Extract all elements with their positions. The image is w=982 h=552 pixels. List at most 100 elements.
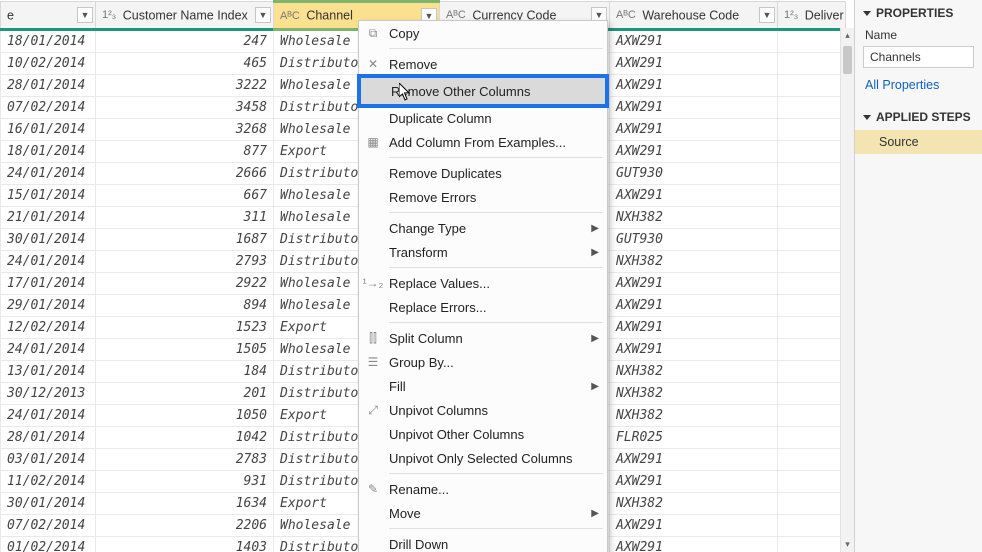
cell-date[interactable]: 01/02/2014: [1, 537, 96, 552]
cell-customer-index[interactable]: 311: [96, 207, 274, 229]
menu-remove-duplicates[interactable]: Remove Duplicates: [359, 161, 607, 185]
cell-warehouse[interactable]: AXW291: [610, 295, 778, 317]
step-source[interactable]: Source: [855, 130, 982, 154]
name-input[interactable]: Channels: [863, 46, 974, 68]
cell-date[interactable]: 29/01/2014: [1, 295, 96, 317]
applied-steps-section[interactable]: APPLIED STEPS: [855, 104, 982, 130]
cell-customer-index[interactable]: 1523: [96, 317, 274, 339]
cell-deliver[interactable]: [778, 405, 846, 427]
cell-warehouse[interactable]: AXW291: [610, 317, 778, 339]
menu-replace-errors[interactable]: Replace Errors...: [359, 295, 607, 319]
cell-customer-index[interactable]: 877: [96, 141, 274, 163]
cell-customer-index[interactable]: 1505: [96, 339, 274, 361]
cell-deliver[interactable]: [778, 295, 846, 317]
cell-deliver[interactable]: [778, 53, 846, 75]
cell-deliver[interactable]: [778, 515, 846, 537]
cell-customer-index[interactable]: 247: [96, 30, 274, 53]
cell-warehouse[interactable]: AXW291: [610, 97, 778, 119]
cell-customer-index[interactable]: 1042: [96, 427, 274, 449]
cell-date[interactable]: 28/01/2014: [1, 75, 96, 97]
cell-date[interactable]: 30/12/2013: [1, 383, 96, 405]
cell-customer-index[interactable]: 3222: [96, 75, 274, 97]
cell-customer-index[interactable]: 3458: [96, 97, 274, 119]
cell-deliver[interactable]: [778, 537, 846, 552]
cell-date[interactable]: 18/01/2014: [1, 30, 96, 53]
cell-date[interactable]: 16/01/2014: [1, 119, 96, 141]
cell-deliver[interactable]: [778, 207, 846, 229]
menu-drill-down[interactable]: Drill Down: [359, 532, 607, 552]
cell-warehouse[interactable]: GUT930: [610, 163, 778, 185]
cell-warehouse[interactable]: AXW291: [610, 471, 778, 493]
cell-warehouse[interactable]: AXW291: [610, 537, 778, 552]
cell-warehouse[interactable]: AXW291: [610, 449, 778, 471]
cell-customer-index[interactable]: 184: [96, 361, 274, 383]
menu-group-by[interactable]: ☰ Group By...: [359, 350, 607, 374]
cell-warehouse[interactable]: NXH382: [610, 383, 778, 405]
cell-date[interactable]: 17/01/2014: [1, 273, 96, 295]
cell-customer-index[interactable]: 1634: [96, 493, 274, 515]
col-header-deliver[interactable]: 1²₃ Deliver: [778, 2, 846, 30]
cell-date[interactable]: 07/02/2014: [1, 97, 96, 119]
menu-transform[interactable]: Transform ▶: [359, 240, 607, 264]
scroll-up[interactable]: ▴: [841, 28, 854, 43]
cell-customer-index[interactable]: 201: [96, 383, 274, 405]
cell-date[interactable]: 30/01/2014: [1, 229, 96, 251]
col-header-customer-index[interactable]: 1²₃ Customer Name Index ▼: [96, 2, 274, 30]
menu-rename[interactable]: ✎ Rename...: [359, 477, 607, 501]
cell-deliver[interactable]: [778, 75, 846, 97]
cell-warehouse[interactable]: AXW291: [610, 185, 778, 207]
cell-deliver[interactable]: [778, 141, 846, 163]
cell-deliver[interactable]: [778, 97, 846, 119]
cell-customer-index[interactable]: 1687: [96, 229, 274, 251]
cell-date[interactable]: 11/02/2014: [1, 471, 96, 493]
col-dropdown[interactable]: ▼: [77, 7, 93, 23]
menu-add-from-examples[interactable]: ▦ Add Column From Examples...: [359, 130, 607, 154]
menu-remove-other-columns[interactable]: Remove Other Columns: [357, 74, 609, 108]
cell-warehouse[interactable]: FLR025: [610, 427, 778, 449]
cell-date[interactable]: 21/01/2014: [1, 207, 96, 229]
cell-date[interactable]: 18/01/2014: [1, 141, 96, 163]
menu-change-type[interactable]: Change Type ▶: [359, 216, 607, 240]
cell-deliver[interactable]: [778, 493, 846, 515]
cell-warehouse[interactable]: AXW291: [610, 339, 778, 361]
cell-warehouse[interactable]: NXH382: [610, 251, 778, 273]
cell-customer-index[interactable]: 2793: [96, 251, 274, 273]
cell-warehouse[interactable]: GUT930: [610, 229, 778, 251]
menu-replace-values[interactable]: ¹→₂ Replace Values...: [359, 271, 607, 295]
cell-customer-index[interactable]: 894: [96, 295, 274, 317]
col-dropdown[interactable]: ▼: [255, 7, 271, 23]
cell-date[interactable]: 24/01/2014: [1, 251, 96, 273]
menu-unpivot-other[interactable]: Unpivot Other Columns: [359, 422, 607, 446]
cell-deliver[interactable]: [778, 383, 846, 405]
cell-customer-index[interactable]: 2922: [96, 273, 274, 295]
cell-warehouse[interactable]: AXW291: [610, 273, 778, 295]
cell-customer-index[interactable]: 1403: [96, 537, 274, 552]
cell-customer-index[interactable]: 1050: [96, 405, 274, 427]
col-header-date[interactable]: e ▼: [1, 2, 96, 30]
cell-deliver[interactable]: [778, 30, 846, 53]
cell-deliver[interactable]: [778, 251, 846, 273]
cell-date[interactable]: 24/01/2014: [1, 405, 96, 427]
scroll-thumb[interactable]: [843, 46, 852, 74]
menu-copy[interactable]: ⧉ Copy: [359, 21, 607, 45]
cell-warehouse[interactable]: AXW291: [610, 119, 778, 141]
menu-fill[interactable]: Fill ▶: [359, 374, 607, 398]
properties-section[interactable]: PROPERTIES: [855, 0, 982, 26]
cell-deliver[interactable]: [778, 273, 846, 295]
cell-date[interactable]: 12/02/2014: [1, 317, 96, 339]
menu-remove[interactable]: ✕ Remove: [359, 52, 607, 76]
menu-duplicate-column[interactable]: Duplicate Column: [359, 106, 607, 130]
cell-deliver[interactable]: [778, 119, 846, 141]
cell-deliver[interactable]: [778, 361, 846, 383]
cell-warehouse[interactable]: AXW291: [610, 515, 778, 537]
cell-deliver[interactable]: [778, 339, 846, 361]
menu-unpivot-columns[interactable]: ⤢ Unpivot Columns: [359, 398, 607, 422]
cell-deliver[interactable]: [778, 185, 846, 207]
cell-date[interactable]: 24/01/2014: [1, 163, 96, 185]
cell-date[interactable]: 15/01/2014: [1, 185, 96, 207]
cell-customer-index[interactable]: 465: [96, 53, 274, 75]
cell-deliver[interactable]: [778, 449, 846, 471]
cell-customer-index[interactable]: 667: [96, 185, 274, 207]
cell-warehouse[interactable]: AXW291: [610, 30, 778, 53]
menu-move[interactable]: Move ▶: [359, 501, 607, 525]
